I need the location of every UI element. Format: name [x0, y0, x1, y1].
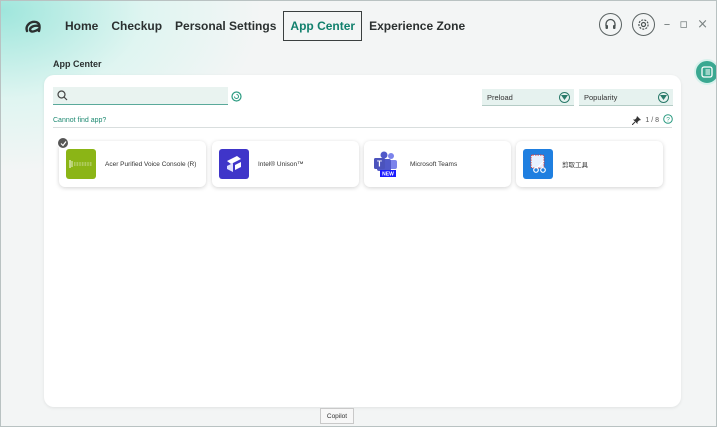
preload-label: Preload [487, 92, 513, 102]
chevron-down-icon [559, 91, 570, 103]
search-input[interactable] [72, 91, 222, 100]
copilot-tooltip: Copilot [320, 408, 354, 424]
headset-icon[interactable] [598, 13, 622, 36]
app-card-snipping-tool[interactable]: 剪取工具 [516, 141, 663, 187]
app-card-acer-voice[interactable]: Acer Purified Voice Console (R) [57, 137, 206, 187]
app-name: 剪取工具 [562, 162, 588, 169]
minimize-button[interactable]: – [664, 17, 671, 32]
pager-text: 1 / 8 [645, 116, 659, 124]
page-title: App Center [53, 59, 102, 69]
sort-label: Popularity [584, 92, 618, 102]
pager: 1 / 8 ? [632, 114, 673, 126]
side-panel-button[interactable] [694, 59, 716, 85]
restore-button[interactable]: ▫ [679, 17, 688, 32]
waveform-icon [66, 149, 96, 179]
teams-icon: T NEW [371, 149, 401, 179]
snipping-tool-icon [523, 149, 553, 179]
app-center-panel: Preload Popularity Cannot find app? 1 / … [44, 75, 681, 407]
app-name: Microsoft Teams [410, 160, 458, 168]
list-icon [701, 66, 713, 78]
svg-text:T: T [377, 160, 382, 169]
sort-dropdown[interactable]: Popularity [579, 89, 673, 106]
pin-icon[interactable] [632, 115, 642, 125]
app-card-microsoft-teams[interactable]: T NEW Microsoft Teams [364, 141, 511, 187]
nav-home[interactable]: Home [59, 12, 104, 40]
acer-logo-icon[interactable] [24, 18, 44, 34]
cannot-find-app-link[interactable]: Cannot find app? [53, 117, 106, 124]
app-card-intel-unison[interactable]: Intel® Unison™ [212, 141, 359, 187]
window-controls: – ▫ × [589, 13, 708, 36]
nav-checkup[interactable]: Checkup [105, 12, 168, 40]
main-nav: Home Checkup Personal Settings App Cente… [59, 10, 472, 41]
app-window: Home Checkup Personal Settings App Cente… [0, 0, 717, 427]
refresh-icon[interactable] [231, 91, 242, 102]
divider [53, 127, 672, 128]
installed-badge-icon [57, 137, 69, 149]
nav-experience-zone[interactable]: Experience Zone [363, 12, 471, 40]
app-name: Intel® Unison™ [258, 160, 304, 168]
help-icon[interactable]: ? [663, 114, 673, 126]
svg-text:?: ? [666, 116, 670, 123]
nav-app-center[interactable]: App Center [283, 10, 363, 41]
new-badge: NEW [382, 172, 394, 178]
unison-icon [219, 149, 249, 179]
close-button[interactable]: × [697, 17, 708, 32]
chevron-down-icon [658, 91, 669, 103]
app-name: Acer Purified Voice Console (R) [105, 160, 197, 168]
nav-personal-settings[interactable]: Personal Settings [169, 12, 282, 40]
search-icon [57, 90, 68, 101]
gear-icon[interactable] [631, 13, 655, 36]
preload-dropdown[interactable]: Preload [482, 89, 574, 106]
search-box[interactable] [53, 87, 228, 105]
